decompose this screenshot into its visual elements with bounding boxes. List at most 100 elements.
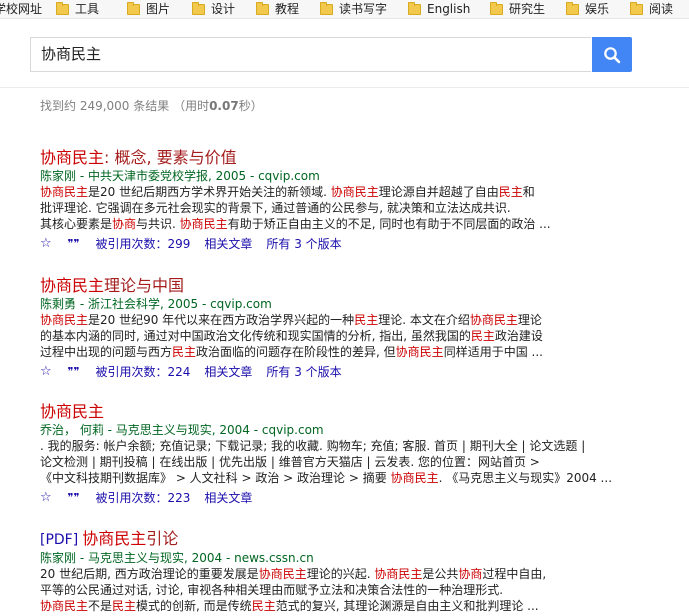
result-source: 乔治， 何莉 - 马克思主义与现实, 2004 - cqvip.com [40, 423, 324, 437]
result-link[interactable]: 相关文章 [204, 489, 252, 507]
result-title-link[interactable]: 协商民主: 概念, 要素与价值 [40, 148, 660, 168]
result-actions: ☆ ❞❞ 被引用次数：299 相关文章 所有 3 个版本 [40, 235, 660, 253]
snippet-text: 是20 世纪后期西方学术界开始关注的新领域. [88, 185, 331, 199]
result-actions: ☆ ❞❞ 被引用次数：224 相关文章 所有 3 个版本 [40, 363, 660, 381]
search-input[interactable]: 协商民主 [30, 37, 591, 72]
search-result: 协商民主: 概念, 要素与价值 陈家刚 - 中共天津市委党校学报, 2005 - … [40, 148, 660, 253]
snippet-text: 政治面临的问题存在阶段性的差异, 但 [196, 345, 396, 359]
bookmark-reading-writing[interactable]: 读书写字 [320, 0, 387, 18]
folder-icon [192, 1, 205, 15]
star-icon[interactable]: ☆ [40, 489, 52, 507]
result-link[interactable]: 被引用次数：299 [96, 235, 191, 253]
result-source: 陈家刚 - 马克思主义与现实, 2004 - news.cssn.cn [40, 551, 314, 565]
snippet-line: 《中文科技期刊数据库》 > 人文社科 > 政治 > 政治理论 > 摘要 协商民主… [40, 470, 660, 486]
snippet-text: 民主 [470, 329, 495, 343]
snippet-text: 范式的复兴, 其理论渊源是自由主义和批判理论 ... [275, 599, 539, 613]
search-result: 协商民主 乔治， 何莉 - 马克思主义与现实, 2004 - cqvip.com.… [40, 402, 660, 507]
snippet-line: 批评理论. 它强调在多元社会现实的背景下, 通过普通的公民参与, 就决策和立法达… [40, 200, 660, 216]
result-link[interactable]: 相关文章 [204, 235, 252, 253]
header-divider [0, 87, 689, 88]
snippet-text: 20 世纪后期, 西方政治理论的重要发展是 [40, 567, 259, 581]
snippet-text: 民主 [112, 599, 137, 613]
snippet-text: 协商民主 [374, 567, 423, 581]
folder-icon [566, 1, 579, 15]
snippet-text: 理论. 本文在介绍 [378, 313, 470, 327]
snippet-text: 民主 [354, 313, 379, 327]
result-source: 陈家刚 - 中共天津市委党校学报, 2005 - cqvip.com [40, 169, 320, 183]
title-part: 协商民主 [82, 529, 147, 548]
snippet-text: 模式的创新, 而是传统 [136, 599, 252, 613]
snippet-text: 平等的公民通过对话, 讨论, 审视各种相关理由而赋予立法和决策合法性的一种治理形… [40, 583, 504, 597]
title-part: 协商民主 [40, 148, 105, 167]
snippet-line: 协商民主是20 世纪90 年代以来在西方政治学界兴起的一种民主理论. 本文在介绍… [40, 312, 660, 328]
snippet-text: 是公共 [422, 567, 459, 581]
snippet-text: 理论的兴起. [306, 567, 375, 581]
bookmark-label: 研究生 [509, 2, 546, 16]
result-link[interactable]: 相关文章 [204, 363, 252, 381]
stats-time: 0.07 [209, 99, 239, 113]
snippet-line: 协商民主不是民主模式的创新, 而是传统民主范式的复兴, 其理论渊源是自由主义和批… [40, 598, 660, 614]
snippet-text: 协商民主 [179, 217, 228, 231]
snippet-text: 协商 [458, 567, 483, 581]
bookmark-school[interactable]: 学校网址 [0, 0, 42, 18]
bookmark-label: 教程 [275, 2, 300, 16]
snippet-text: 民主 [498, 185, 523, 199]
search-button[interactable] [592, 37, 632, 72]
snippet-text: . 《马克思主义与现实》2004 ... [438, 471, 613, 485]
quote-icon[interactable]: ❞❞ [68, 489, 80, 507]
result-link[interactable]: 被引用次数：224 [96, 363, 191, 381]
snippet-text: 协商民主 [390, 471, 439, 485]
bookmark-label: English [427, 2, 471, 16]
snippet-text: . 我的服务: 帐户余额; 充值记录; 下载记录; 我的收藏. 购物车; 充值;… [40, 439, 586, 453]
result-title-link[interactable]: 协商民主 [40, 402, 660, 422]
title-part: 协商民主 [40, 276, 105, 295]
snippet-text: 有助于矫正自由主义的不足, 同时也有助于不同层面的政治 ... [227, 217, 551, 231]
snippet-text: 过程中出现的问题与西方 [40, 345, 173, 359]
bookmark-reading[interactable]: 阅读 [630, 0, 673, 18]
snippet-text: 协商民主 [40, 599, 89, 613]
bookmark-label: 设计 [211, 2, 236, 16]
snippet-line: 20 世纪后期, 西方政治理论的重要发展是协商民主理论的兴起. 协商民主是公共协… [40, 566, 660, 582]
stats-suffix: 秒） [238, 99, 263, 113]
bookmark-design[interactable]: 设计 [192, 0, 235, 18]
bookmark-label: 读书写字 [339, 2, 388, 16]
result-link[interactable]: 所有 3 个版本 [266, 235, 341, 253]
snippet-text: 政治建设 [494, 329, 543, 343]
snippet-line: 的基本内涵的同时, 通过对中国政治文化传统和现实国情的分析, 指出, 虽然我国的… [40, 328, 660, 344]
snippet-text: 的基本内涵的同时, 通过对中国政治文化传统和现实国情的分析, 指出, 虽然我国的 [40, 329, 471, 343]
bookmark-label: 工具 [75, 2, 100, 16]
folder-icon [490, 1, 503, 15]
folder-icon [408, 1, 421, 15]
snippet-text: 理论源自并超越了自由 [378, 185, 499, 199]
snippet-text: 协商民主 [330, 185, 379, 199]
bookmark-tutorials[interactable]: 教程 [256, 0, 299, 18]
quote-icon[interactable]: ❞❞ [68, 363, 80, 381]
bookmark-graduate[interactable]: 研究生 [490, 0, 545, 18]
snippet-text: 是20 世纪90 年代以来在西方政治学界兴起的一种 [88, 313, 355, 327]
star-icon[interactable]: ☆ [40, 235, 52, 253]
snippet-text: 协商民主 [40, 313, 89, 327]
title-part: 理论与中国 [104, 276, 185, 295]
result-source: 陈剩勇 - 浙江社会科学, 2005 - cqvip.com [40, 297, 272, 311]
snippet-line: 协商民主是20 世纪后期西方学术界开始关注的新领域. 协商民主理论源自并超越了自… [40, 184, 660, 200]
bookmark-english[interactable]: English [408, 0, 470, 18]
result-stats: 找到约 249,000 条结果 （用时0.07秒） [40, 97, 263, 114]
snippet-line: 其核心要素是协商与共识. 协商民主有助于矫正自由主义的不足, 同时也有助于不同层… [40, 216, 660, 232]
bookmark-images[interactable]: 图片 [127, 0, 170, 18]
result-title-link[interactable]: [PDF] 协商民主引论 [40, 529, 660, 550]
stats-prefix: 找到约 249,000 条结果 （用时 [40, 99, 210, 113]
result-link[interactable]: 被引用次数：223 [96, 489, 191, 507]
snippet-text: 和 [522, 185, 535, 199]
snippet-line: 论文检测 | 期刊投稿 | 在线出版 | 优先出版 | 维普官方天猫店 | 云发… [40, 454, 660, 470]
snippet-text: 过程中自由, [482, 567, 547, 581]
result-title-link[interactable]: 协商民主理论与中国 [40, 276, 660, 296]
star-icon[interactable]: ☆ [40, 363, 52, 381]
bookmark-tools[interactable]: 工具 [56, 0, 99, 18]
snippet-line: . 我的服务: 帐户余额; 充值记录; 下载记录; 我的收藏. 购物车; 充值;… [40, 438, 660, 454]
snippet-text: 协商民主 [469, 313, 518, 327]
snippet-text: 批评理论. 它强调在多元社会现实的背景下, 通过普通的公民参与, 就决策和立法达… [40, 201, 511, 215]
snippet-text: 同样适用于中国 ... [443, 345, 543, 359]
quote-icon[interactable]: ❞❞ [68, 235, 80, 253]
bookmark-entertainment[interactable]: 娱乐 [566, 0, 609, 18]
result-link[interactable]: 所有 3 个版本 [266, 363, 341, 381]
